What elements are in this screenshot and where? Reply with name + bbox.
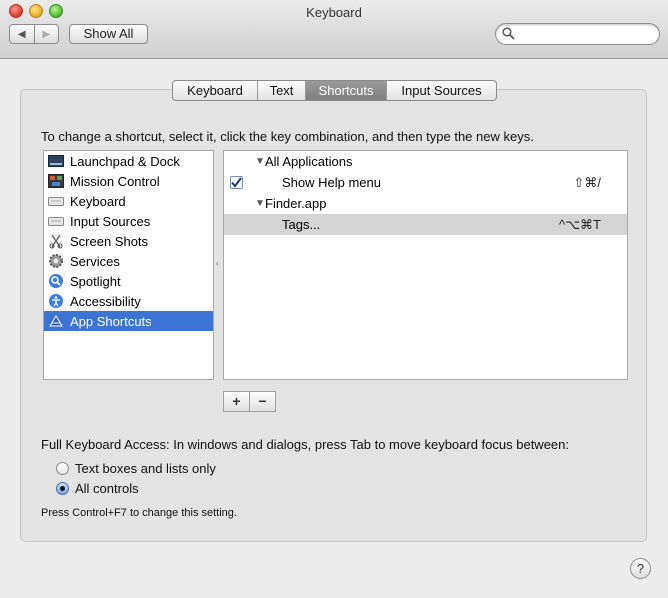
category-label: Mission Control bbox=[70, 173, 160, 189]
radio-selected-dot bbox=[60, 486, 65, 491]
category-spotlight[interactable]: Spotlight bbox=[44, 271, 213, 291]
category-screen-shots[interactable]: Screen Shots bbox=[44, 231, 213, 251]
shortcut-list[interactable]: ▼ All Applications Show Help menu ⇧⌘/ ▼ … bbox=[223, 150, 628, 380]
show-all-button[interactable]: Show All bbox=[69, 24, 148, 44]
radio-button[interactable] bbox=[56, 482, 69, 495]
disclosure-triangle-icon[interactable]: ▼ bbox=[255, 156, 265, 167]
group-label: All Applications bbox=[265, 154, 353, 169]
shortcut-keys[interactable]: ⇧⌘/ bbox=[573, 175, 601, 191]
tab-bar: Keyboard Text Shortcuts Input Sources bbox=[172, 80, 497, 101]
add-shortcut-button[interactable]: + bbox=[224, 392, 249, 411]
tab-text[interactable]: Text bbox=[257, 81, 305, 100]
remove-shortcut-button[interactable]: − bbox=[249, 392, 275, 411]
back-forward-buttons: ◀ ▶ bbox=[9, 24, 59, 44]
category-input-sources[interactable]: Input Sources bbox=[44, 211, 213, 231]
input-sources-icon bbox=[48, 213, 64, 229]
radio-all-controls[interactable]: All controls bbox=[56, 481, 139, 496]
category-mission-control[interactable]: Mission Control bbox=[44, 171, 213, 191]
category-launchpad-dock[interactable]: Launchpad & Dock bbox=[44, 151, 213, 171]
category-label: Spotlight bbox=[70, 273, 121, 289]
radio-label: All controls bbox=[75, 481, 139, 496]
tab-shortcuts[interactable]: Shortcuts bbox=[305, 81, 386, 100]
category-label: Screen Shots bbox=[70, 233, 149, 249]
radio-label: Text boxes and lists only bbox=[75, 461, 216, 476]
category-label: Input Sources bbox=[70, 213, 151, 229]
title-bar: Keyboard ◀ ▶ Show All bbox=[0, 0, 668, 59]
spotlight-icon bbox=[48, 273, 64, 289]
keyboard-icon bbox=[48, 193, 64, 209]
shortcut-label: Show Help menu bbox=[282, 175, 381, 190]
forward-button[interactable]: ▶ bbox=[33, 25, 59, 43]
search-icon bbox=[502, 27, 515, 40]
group-label: Finder.app bbox=[265, 196, 327, 211]
shortcut-row-tags[interactable]: Tags... ^⌥⌘T bbox=[224, 214, 627, 235]
category-label: Services bbox=[70, 253, 120, 269]
disclosure-triangle-icon[interactable]: ▼ bbox=[255, 198, 265, 209]
shortcut-label: Tags... bbox=[282, 217, 321, 232]
category-label: App Shortcuts bbox=[70, 313, 152, 329]
tab-keyboard[interactable]: Keyboard bbox=[173, 81, 257, 100]
category-label: Launchpad & Dock bbox=[70, 153, 180, 169]
group-row-finder-app[interactable]: ▼ Finder.app bbox=[224, 193, 627, 214]
search-input[interactable] bbox=[518, 26, 656, 44]
category-services[interactable]: Services bbox=[44, 251, 213, 271]
keyboard-access-note: Press Control+F7 to change this setting. bbox=[41, 507, 237, 519]
split-view-handle[interactable]: ‹ bbox=[216, 259, 220, 269]
instructions-text: To change a shortcut, select it, click t… bbox=[41, 129, 534, 144]
category-list[interactable]: Launchpad & Dock Mission Control Keyboar… bbox=[43, 150, 214, 380]
search-field[interactable] bbox=[495, 23, 660, 45]
mission-control-icon bbox=[48, 173, 64, 189]
screen-shots-icon bbox=[48, 233, 64, 249]
shortcut-row-show-help-menu[interactable]: Show Help menu ⇧⌘/ bbox=[224, 172, 627, 193]
launchpad-dock-icon bbox=[48, 153, 64, 169]
checkmark-icon bbox=[231, 177, 242, 188]
category-app-shortcuts[interactable]: App Shortcuts bbox=[44, 311, 213, 331]
category-accessibility[interactable]: Accessibility bbox=[44, 291, 213, 311]
category-keyboard[interactable]: Keyboard bbox=[44, 191, 213, 211]
category-label: Keyboard bbox=[70, 193, 126, 209]
help-button[interactable]: ? bbox=[630, 558, 651, 579]
shortcut-enabled-checkbox[interactable] bbox=[230, 176, 243, 189]
add-remove-buttons: + − bbox=[223, 391, 276, 412]
radio-button[interactable] bbox=[56, 462, 69, 475]
accessibility-icon bbox=[48, 293, 64, 309]
group-row-all-applications[interactable]: ▼ All Applications bbox=[224, 151, 627, 172]
shortcut-keys[interactable]: ^⌥⌘T bbox=[559, 217, 601, 233]
gear-icon bbox=[48, 253, 64, 269]
back-button[interactable]: ◀ bbox=[10, 25, 34, 43]
window-title: Keyboard bbox=[306, 5, 362, 20]
category-label: Accessibility bbox=[70, 293, 141, 309]
radio-text-boxes-and-lists[interactable]: Text boxes and lists only bbox=[56, 461, 216, 476]
full-keyboard-access-label: Full Keyboard Access: In windows and dia… bbox=[41, 437, 569, 452]
app-shortcuts-icon bbox=[48, 313, 64, 329]
tab-input-sources[interactable]: Input Sources bbox=[386, 81, 496, 100]
